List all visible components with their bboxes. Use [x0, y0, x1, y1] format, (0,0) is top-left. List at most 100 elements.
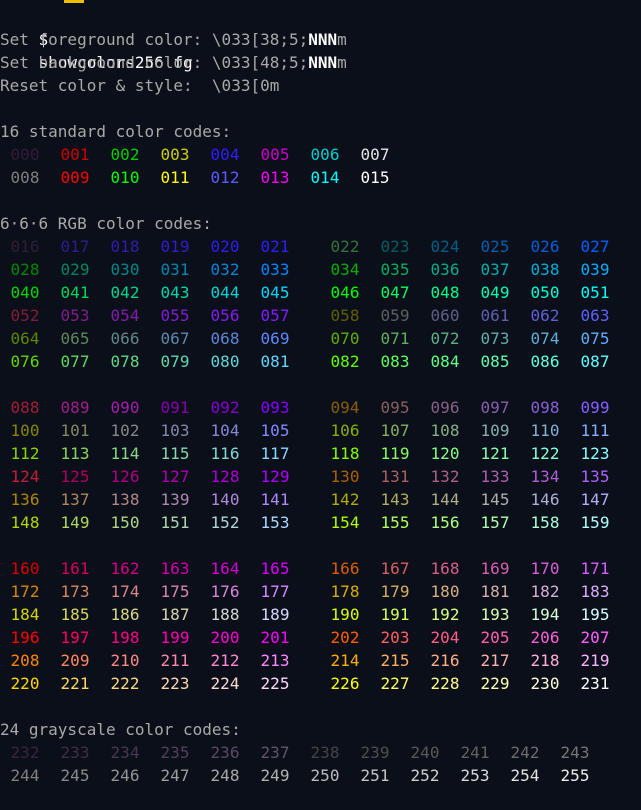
color-code-067: 067 [160, 329, 190, 348]
color-code-030: 030 [110, 260, 140, 279]
color-code-165: 165 [260, 559, 290, 578]
color-code-168: 168 [430, 559, 460, 578]
color-code-215: 215 [380, 651, 410, 670]
color-code-051: 051 [580, 283, 610, 302]
color-code-188: 188 [210, 605, 240, 624]
color-code-238: 238 [310, 743, 340, 762]
color-code-221: 221 [60, 674, 90, 693]
color-code-048: 048 [430, 283, 460, 302]
color-code-122: 122 [530, 444, 560, 463]
color-code-158: 158 [530, 513, 560, 532]
color-code-032: 032 [210, 260, 240, 279]
color-code-036: 036 [430, 260, 460, 279]
color-code-025: 025 [480, 237, 510, 256]
color-code-006: 006 [310, 145, 340, 164]
help-foreground-suffix: m [337, 30, 347, 49]
color-code-100: 100 [10, 421, 40, 440]
color-code-062: 062 [530, 306, 560, 325]
color-code-218: 218 [530, 651, 560, 670]
color-code-154: 154 [330, 513, 360, 532]
color-code-213: 213 [260, 651, 290, 670]
color-code-164: 164 [210, 559, 240, 578]
color-code-042: 042 [110, 283, 140, 302]
color-code-068: 068 [210, 329, 240, 348]
color-code-021: 021 [260, 237, 290, 256]
color-code-072: 072 [430, 329, 460, 348]
color-code-197: 197 [60, 628, 90, 647]
color-code-153: 153 [260, 513, 290, 532]
color-code-186: 186 [110, 605, 140, 624]
color-code-016: 016 [10, 237, 40, 256]
color-code-234: 234 [110, 743, 140, 762]
color-code-194: 194 [530, 605, 560, 624]
color-code-203: 203 [380, 628, 410, 647]
color-code-182: 182 [530, 582, 560, 601]
color-code-176: 176 [210, 582, 240, 601]
color-code-052: 052 [10, 306, 40, 325]
color-code-070: 070 [330, 329, 360, 348]
color-code-151: 151 [160, 513, 190, 532]
color-code-228: 228 [430, 674, 460, 693]
color-code-155: 155 [380, 513, 410, 532]
color-code-190: 190 [330, 605, 360, 624]
color-code-226: 226 [330, 674, 360, 693]
color-code-113: 113 [60, 444, 90, 463]
color-code-142: 142 [330, 490, 360, 509]
color-code-162: 162 [110, 559, 140, 578]
color-code-193: 193 [480, 605, 510, 624]
help-foreground-prefix: Set foreground color: \033[38;5; [0, 30, 309, 49]
color-code-020: 020 [210, 237, 240, 256]
color-code-009: 009 [60, 168, 90, 187]
color-code-075: 075 [580, 329, 610, 348]
color-code-011: 011 [160, 168, 190, 187]
color-code-056: 056 [210, 306, 240, 325]
color-code-031: 031 [160, 260, 190, 279]
color-code-225: 225 [260, 674, 290, 693]
color-code-028: 028 [10, 260, 40, 279]
help-background-suffix: m [337, 53, 347, 72]
color-code-187: 187 [160, 605, 190, 624]
color-code-156: 156 [430, 513, 460, 532]
color-code-237: 237 [260, 743, 290, 762]
color-code-214: 214 [330, 651, 360, 670]
color-code-115: 115 [160, 444, 190, 463]
color-code-229: 229 [480, 674, 510, 693]
color-code-092: 092 [210, 398, 240, 417]
terminal-window[interactable]: $ showcolors256 fg Set foreground color:… [0, 0, 641, 810]
color-code-170: 170 [530, 559, 560, 578]
color-code-097: 097 [480, 398, 510, 417]
color-code-181: 181 [480, 582, 510, 601]
help-background-prefix: Set background color: \033[48;5; [0, 53, 309, 72]
color-code-001: 001 [60, 145, 90, 164]
color-code-008: 008 [10, 168, 40, 187]
color-code-049: 049 [480, 283, 510, 302]
color-code-144: 144 [430, 490, 460, 509]
color-code-086: 086 [530, 352, 560, 371]
color-code-255: 255 [560, 766, 590, 785]
heading-rgb: 6·6·6 RGB color codes: [0, 214, 212, 233]
color-code-098: 098 [530, 398, 560, 417]
color-code-242: 242 [510, 743, 540, 762]
color-code-139: 139 [160, 490, 190, 509]
color-code-110: 110 [530, 421, 560, 440]
color-code-084: 084 [430, 352, 460, 371]
color-code-043: 043 [160, 283, 190, 302]
color-code-090: 090 [110, 398, 140, 417]
color-code-180: 180 [430, 582, 460, 601]
color-code-039: 039 [580, 260, 610, 279]
color-code-024: 024 [430, 237, 460, 256]
color-code-167: 167 [380, 559, 410, 578]
color-code-173: 173 [60, 582, 90, 601]
color-code-161: 161 [60, 559, 90, 578]
color-code-076: 076 [10, 352, 40, 371]
heading-grayscale: 24 grayscale color codes: [0, 720, 241, 739]
color-code-108: 108 [430, 421, 460, 440]
color-code-220: 220 [10, 674, 40, 693]
color-code-055: 055 [160, 306, 190, 325]
color-code-254: 254 [510, 766, 540, 785]
color-code-080: 080 [210, 352, 240, 371]
color-code-093: 093 [260, 398, 290, 417]
color-code-094: 094 [330, 398, 360, 417]
color-code-112: 112 [10, 444, 40, 463]
color-code-053: 053 [60, 306, 90, 325]
